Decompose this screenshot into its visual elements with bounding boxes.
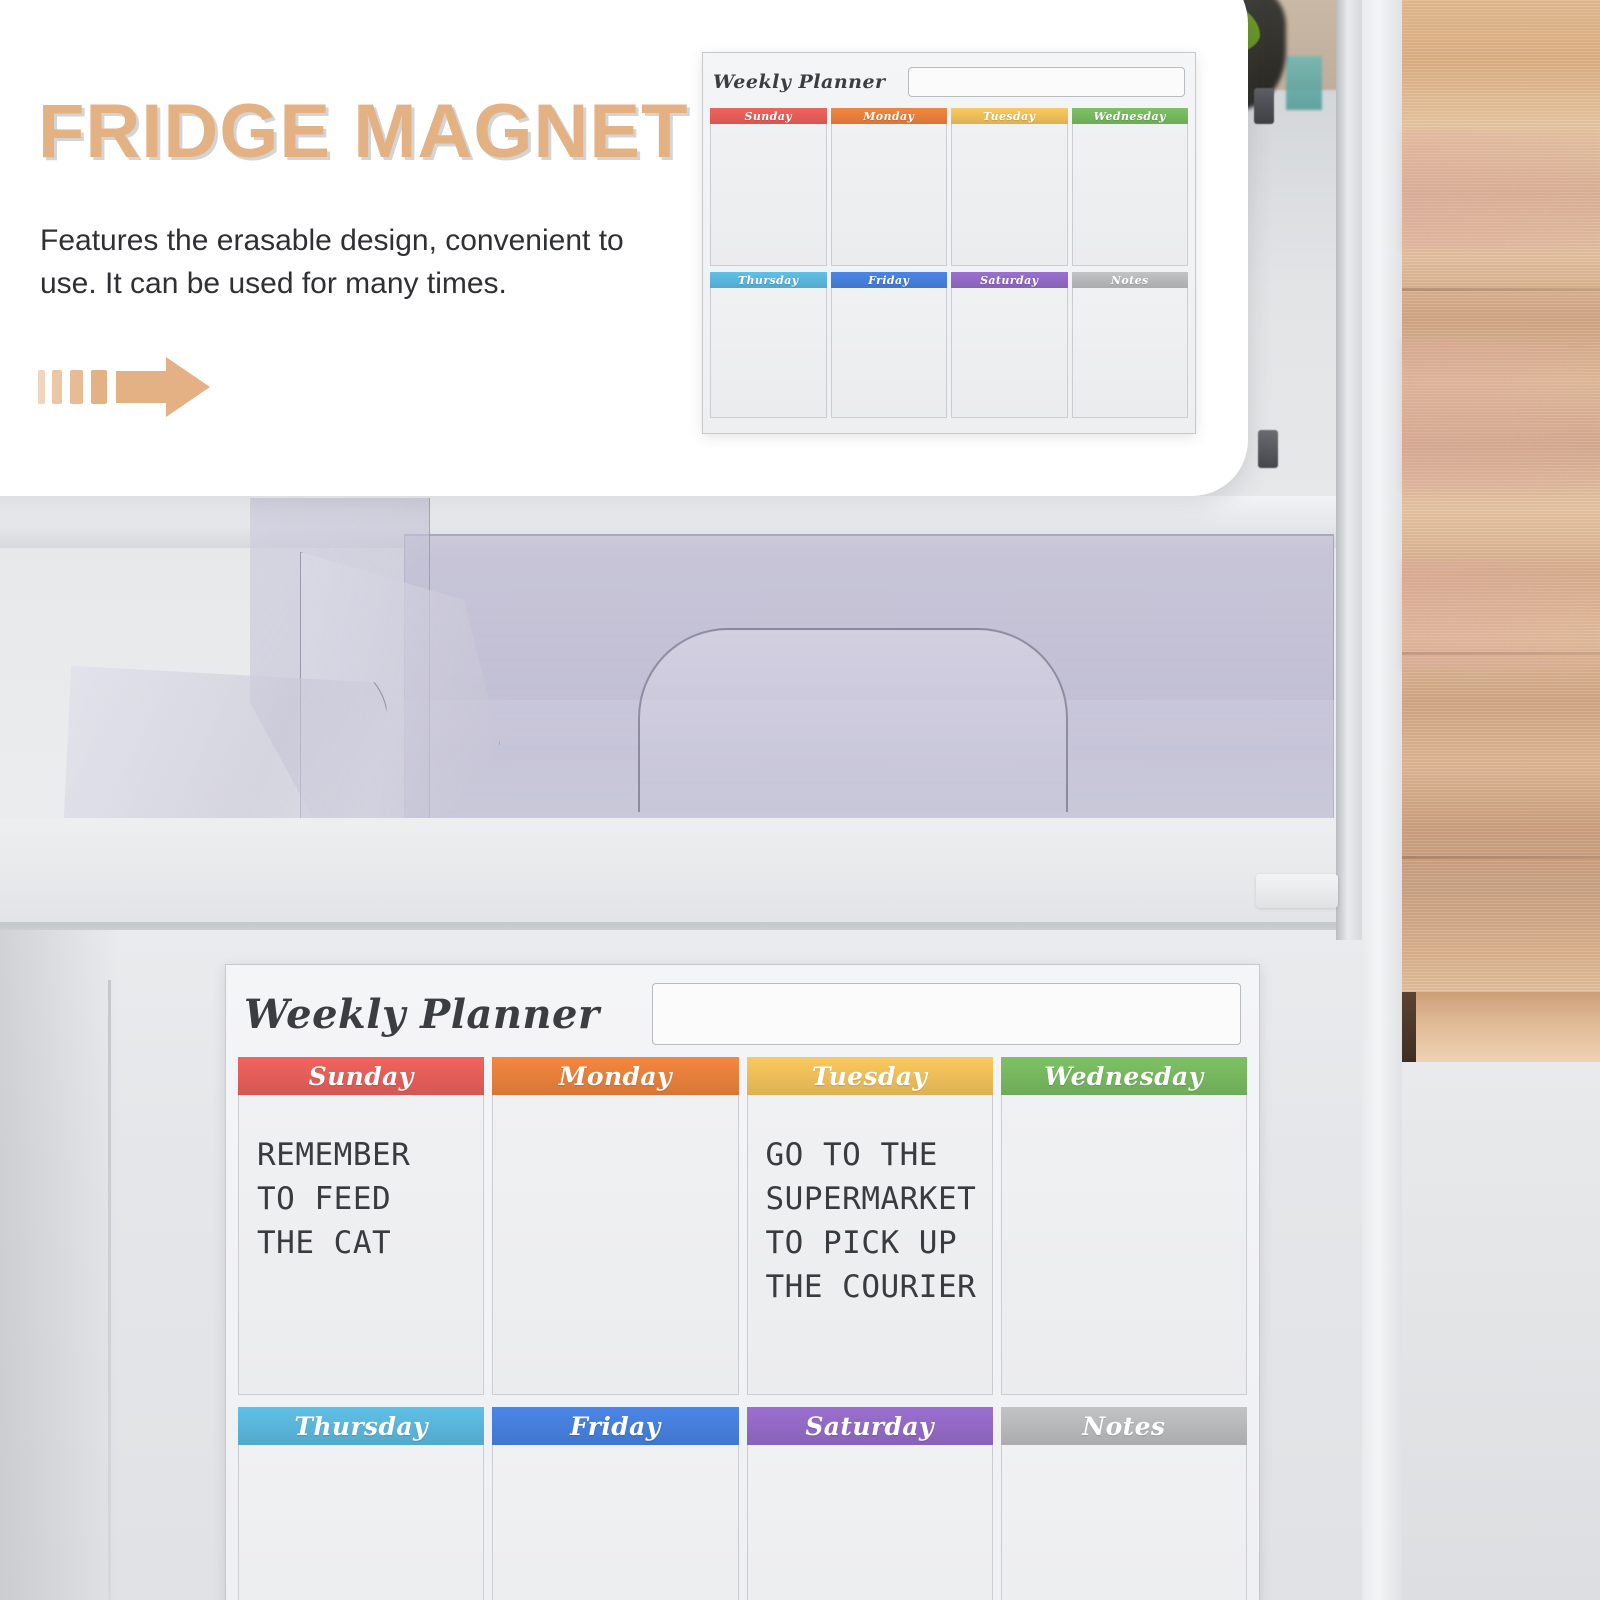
arrow-bar-4 <box>91 370 107 404</box>
wood-tint-2 <box>1402 340 1600 490</box>
product-marketing-image: FRIDGE MAGNET Features the erasable desi… <box>0 0 1600 1600</box>
fridge-door-edge <box>1336 0 1362 940</box>
day-header-notes: Notes <box>1000 1407 1247 1445</box>
planner-preview-cell-tuesday: Tuesday <box>951 108 1068 266</box>
planner-preview-grid-row2: Thursday Friday Saturday Notes <box>710 272 1188 418</box>
day-body-tuesday[interactable] <box>951 124 1068 266</box>
day-body-thursday[interactable] <box>710 288 827 418</box>
weekly-planner-board: Weekly Planner Sunday REMEMBER TO FEED T… <box>225 964 1260 1600</box>
day-header-sunday: Sunday <box>238 1057 485 1095</box>
note-sunday: REMEMBER TO FEED THE CAT <box>257 1137 411 1262</box>
planner-cell-saturday: Saturday <box>746 1407 993 1600</box>
note-friday <box>493 1445 737 1483</box>
planner-cell-sunday: Sunday REMEMBER TO FEED THE CAT <box>238 1057 485 1395</box>
day-body-wednesday[interactable] <box>1000 1095 1247 1395</box>
arrow-tip <box>166 357 210 417</box>
day-body-sunday[interactable] <box>710 124 827 266</box>
arrow-bar-2 <box>52 370 62 404</box>
wood-panel-edge <box>1402 992 1600 1062</box>
note-monday <box>493 1095 737 1133</box>
planner-preview-cell-sunday: Sunday <box>710 108 827 266</box>
arrow-bar-1 <box>38 370 45 404</box>
wood-tint-3 <box>1402 560 1600 670</box>
fridge-door-latch <box>1256 874 1338 908</box>
day-body-tuesday[interactable]: GO TO THE SUPERMARKET TO PICK UP THE COU… <box>746 1095 993 1395</box>
planner-preview-title-field[interactable] <box>907 67 1185 97</box>
planner-grid-row2: Thursday Friday Saturday Notes <box>238 1407 1247 1600</box>
planner-cell-wednesday: Wednesday <box>1000 1057 1247 1395</box>
planner-cell-thursday: Thursday <box>238 1407 485 1600</box>
note-tuesday: GO TO THE SUPERMARKET TO PICK UP THE COU… <box>765 1137 977 1306</box>
day-header-wednesday: Wednesday <box>1071 108 1188 124</box>
note-thursday <box>239 1445 483 1483</box>
planner-preview-cell-wednesday: Wednesday <box>1071 108 1188 266</box>
day-body-sunday[interactable]: REMEMBER TO FEED THE CAT <box>238 1095 485 1395</box>
fridge-door-frame <box>1362 0 1402 1600</box>
planner-preview: Weekly Planner Sunday Monday Tuesday Wed <box>702 52 1196 434</box>
fridge-hinge-top <box>1254 88 1274 124</box>
promo-description: Features the erasable design, convenient… <box>40 224 624 300</box>
planner-header: Weekly Planner <box>238 983 1247 1045</box>
wood-tint-1 <box>1402 130 1600 250</box>
day-header-tuesday: Tuesday <box>951 108 1068 124</box>
fridge-drawer-handle <box>638 628 1068 812</box>
day-header-sunday: Sunday <box>710 108 827 124</box>
wood-seam-3 <box>1402 856 1600 859</box>
day-header-wednesday: Wednesday <box>1000 1057 1247 1095</box>
day-body-monday[interactable] <box>492 1095 739 1395</box>
arrow-body <box>116 371 168 403</box>
day-body-thursday[interactable] <box>238 1445 485 1600</box>
arrow-bar-3 <box>70 370 83 404</box>
day-body-friday[interactable] <box>830 288 947 418</box>
teal-object <box>1286 56 1322 110</box>
note-saturday <box>748 1445 992 1483</box>
day-body-notes[interactable] <box>1000 1445 1247 1600</box>
day-header-saturday: Saturday <box>951 272 1068 288</box>
planner-preview-cell-friday: Friday <box>830 272 947 418</box>
planner-preview-title: Weekly Planner <box>713 71 886 93</box>
day-header-notes: Notes <box>1071 272 1188 288</box>
fridge-hinge-bottom <box>1258 430 1278 468</box>
day-header-tuesday: Tuesday <box>746 1057 993 1095</box>
note-notes <box>1002 1445 1246 1483</box>
day-body-notes[interactable] <box>1071 288 1188 418</box>
planner-cell-friday: Friday <box>492 1407 739 1600</box>
day-body-wednesday[interactable] <box>1071 124 1188 266</box>
planner-preview-grid-row1: Sunday Monday Tuesday Wednesday <box>710 108 1188 266</box>
planner-preview-cell-saturday: Saturday <box>951 272 1068 418</box>
day-header-thursday: Thursday <box>238 1407 485 1445</box>
day-body-saturday[interactable] <box>746 1445 993 1600</box>
wood-panel-corner <box>1402 992 1416 1062</box>
day-header-monday: Monday <box>492 1057 739 1095</box>
day-body-saturday[interactable] <box>951 288 1068 418</box>
day-header-saturday: Saturday <box>746 1407 993 1445</box>
fridge-panel-seam <box>108 980 111 1600</box>
wood-seam-1 <box>1402 288 1600 291</box>
planner-cell-tuesday: Tuesday GO TO THE SUPERMARKET TO PICK UP… <box>746 1057 993 1395</box>
note-wednesday <box>1002 1095 1246 1133</box>
day-header-friday: Friday <box>492 1407 739 1445</box>
planner-cell-monday: Monday <box>492 1057 739 1395</box>
page-title: FRIDGE MAGNET <box>38 89 689 174</box>
arrow-right-icon <box>38 357 218 420</box>
planner-preview-cell-monday: Monday <box>830 108 947 266</box>
day-header-monday: Monday <box>830 108 947 124</box>
planner-title-field[interactable] <box>651 983 1241 1045</box>
planner-preview-cell-thursday: Thursday <box>710 272 827 418</box>
day-header-friday: Friday <box>830 272 947 288</box>
floor-surface <box>1402 1062 1600 1600</box>
fridge-side-shadow <box>0 930 120 1600</box>
planner-grid-row1: Sunday REMEMBER TO FEED THE CAT Monday T… <box>238 1057 1247 1395</box>
planner-cell-notes: Notes <box>1000 1407 1247 1600</box>
promo-card: FRIDGE MAGNET Features the erasable desi… <box>0 0 1248 496</box>
planner-preview-header: Weekly Planner <box>710 62 1188 102</box>
planner-preview-cell-notes: Notes <box>1071 272 1188 418</box>
day-header-thursday: Thursday <box>710 272 827 288</box>
day-body-friday[interactable] <box>492 1445 739 1600</box>
planner-title: Weekly Planner <box>244 990 600 1038</box>
day-body-monday[interactable] <box>830 124 947 266</box>
